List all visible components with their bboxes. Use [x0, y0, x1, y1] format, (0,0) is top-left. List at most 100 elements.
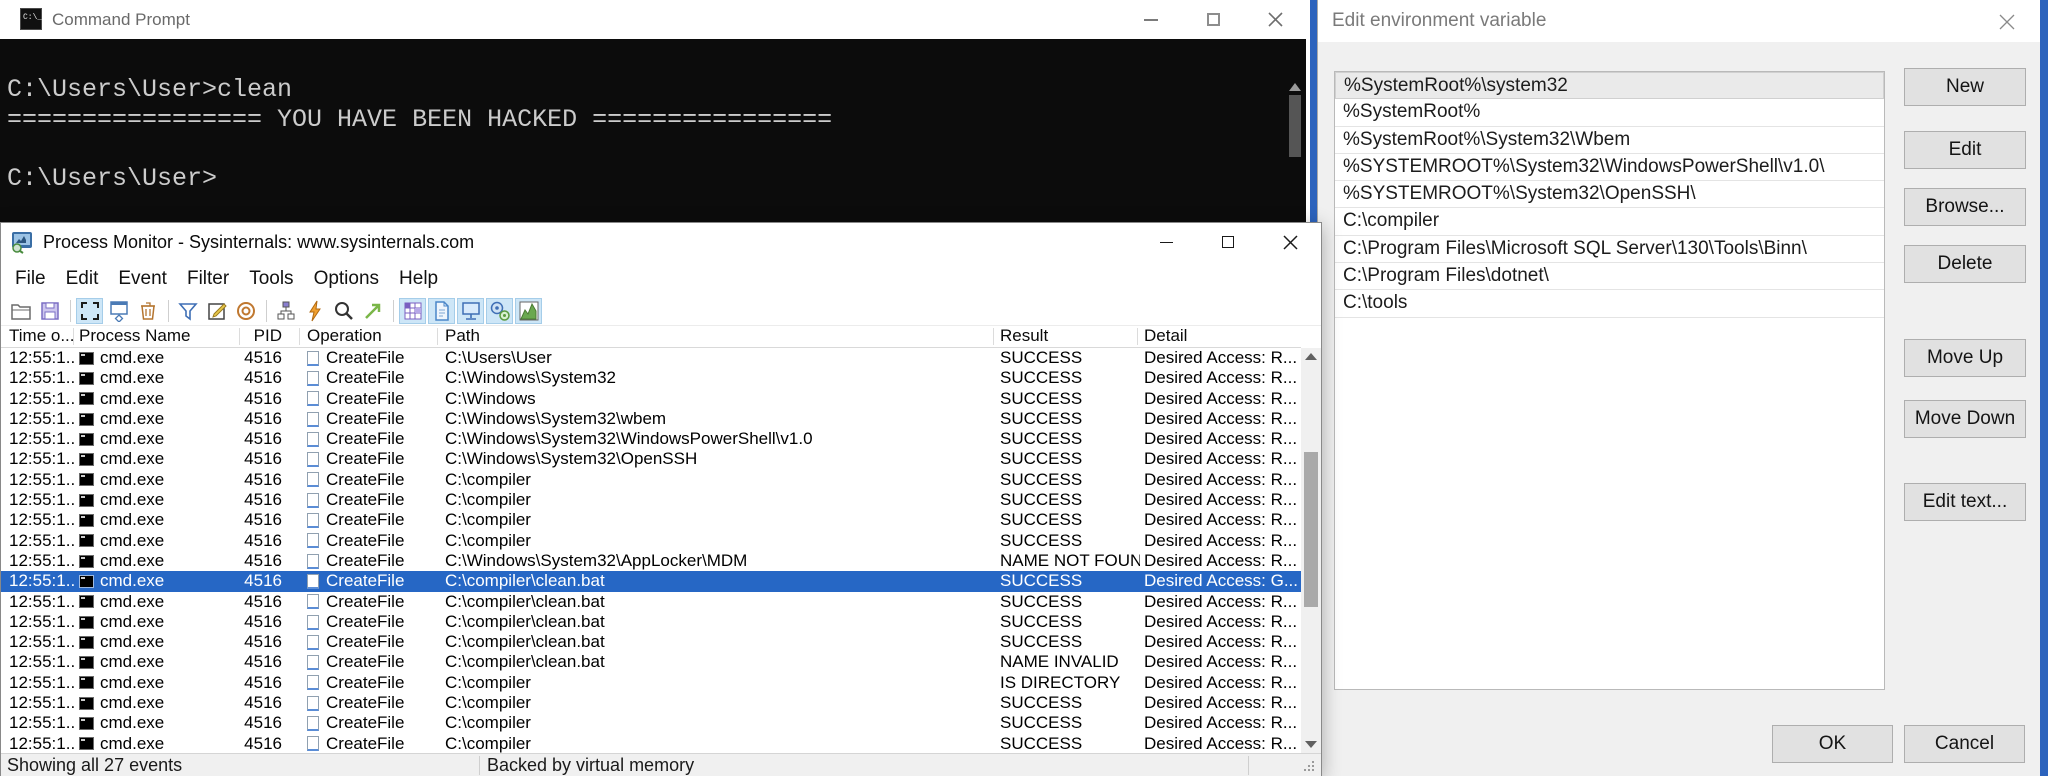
table-row[interactable]: 12:55:1... cmd.exe 4516 CreateFile C:\Window…: [1, 389, 1301, 409]
procmon-close-button[interactable]: [1259, 223, 1321, 261]
move-up-button[interactable]: Move Up: [1904, 339, 2026, 377]
clear-icon[interactable]: [134, 298, 161, 324]
menu-file[interactable]: File: [5, 268, 56, 290]
table-row[interactable]: 12:55:1... cmd.exe 4516 CreateFile C:\Window…: [1, 409, 1301, 429]
table-row[interactable]: 12:55:1... cmd.exe 4516 CreateFile C:\Window…: [1, 368, 1301, 388]
column-header-result[interactable]: Result: [1000, 326, 1140, 346]
env-list-item[interactable]: C:\compiler: [1335, 208, 1884, 236]
cmd-close-button[interactable]: [1244, 0, 1306, 39]
cell-process: cmd.exe: [79, 632, 224, 652]
menu-filter[interactable]: Filter: [177, 268, 239, 290]
cmd-exe-icon: [79, 716, 94, 730]
file-system-activity-icon[interactable]: [428, 298, 455, 324]
column-header-operation[interactable]: Operation: [307, 326, 442, 346]
delete-button[interactable]: Delete: [1904, 245, 2026, 283]
cell-result: SUCCESS: [1000, 429, 1083, 449]
env-list-item[interactable]: %SystemRoot%\System32\Wbem: [1335, 127, 1884, 154]
column-header-time-of-day[interactable]: Time o...: [9, 326, 75, 346]
menu-tools[interactable]: Tools: [239, 268, 303, 290]
table-row[interactable]: 12:55:1... cmd.exe 4516 CreateFile C:\compil…: [1, 673, 1301, 693]
scroll-down-icon[interactable]: [1305, 741, 1317, 748]
env-list-item[interactable]: %SYSTEMROOT%\System32\WindowsPowerShell\…: [1335, 154, 1884, 182]
cmd-minimize-button[interactable]: [1120, 0, 1182, 39]
cmd-maximize-button[interactable]: [1182, 0, 1244, 39]
table-row[interactable]: 12:55:1... cmd.exe 4516 CreateFile C:\compil…: [1, 734, 1301, 754]
table-row[interactable]: 12:55:1... cmd.exe 4516 CreateFile C:\compil…: [1, 713, 1301, 733]
edit-text-button[interactable]: Edit text...: [1904, 483, 2026, 521]
browse-button[interactable]: Browse...: [1904, 188, 2026, 226]
column-header-detail[interactable]: Detail: [1144, 326, 1299, 346]
env-list-item[interactable]: %SYSTEMROOT%\System32\OpenSSH\: [1335, 181, 1884, 209]
table-row[interactable]: 12:55:1... cmd.exe 4516 CreateFile C:\Window…: [1, 449, 1301, 469]
table-row[interactable]: 12:55:1... cmd.exe 4516 CreateFile C:\compil…: [1, 470, 1301, 490]
table-row[interactable]: 12:55:1... cmd.exe 4516 CreateFile C:\compil…: [1, 592, 1301, 612]
capture-icon[interactable]: [76, 298, 103, 324]
column-separator[interactable]: [993, 328, 994, 345]
column-separator[interactable]: [437, 328, 438, 345]
table-row[interactable]: 12:55:1... cmd.exe 4516 CreateFile C:\Window…: [1, 551, 1301, 571]
column-separator[interactable]: [1137, 328, 1138, 345]
jump-to-icon[interactable]: [359, 298, 386, 324]
menu-options[interactable]: Options: [304, 268, 389, 290]
env-list-item[interactable]: C:\tools: [1335, 290, 1884, 318]
procmon-maximize-button[interactable]: [1197, 223, 1259, 261]
column-header-path[interactable]: Path: [445, 326, 993, 346]
env-list-item[interactable]: %SystemRoot%: [1335, 99, 1884, 127]
table-row[interactable]: 12:55:1... cmd.exe 4516 CreateFile C:\compil…: [1, 693, 1301, 713]
menu-event[interactable]: Event: [108, 268, 177, 290]
menu-help[interactable]: Help: [389, 268, 448, 290]
cmd-scrollbar[interactable]: [1286, 81, 1304, 222]
terminal-output[interactable]: C:\Users\User>clean ================= YOU…: [0, 39, 1306, 222]
open-icon[interactable]: [7, 298, 34, 324]
process-tree-icon[interactable]: [272, 298, 299, 324]
env-list-item[interactable]: C:\Program Files\dotnet\: [1335, 263, 1884, 291]
table-row[interactable]: 12:55:1... cmd.exe 4516 CreateFile C:\Window…: [1, 429, 1301, 449]
registry-activity-icon[interactable]: [399, 298, 426, 324]
procmon-titlebar[interactable]: Process Monitor - Sysinternals: www.sysi…: [1, 223, 1321, 261]
edit-button[interactable]: Edit: [1904, 131, 2026, 169]
table-scrollbar[interactable]: [1301, 348, 1321, 753]
column-separator[interactable]: [299, 328, 300, 345]
scroll-up-icon[interactable]: [1289, 83, 1301, 91]
column-separator[interactable]: [73, 328, 74, 345]
cmd-titlebar[interactable]: Command Prompt: [0, 0, 1306, 39]
autoscroll-icon[interactable]: [105, 298, 132, 324]
createfile-icon: [307, 695, 319, 711]
process-thread-activity-icon[interactable]: [486, 298, 513, 324]
column-header-pid[interactable]: PID: [226, 326, 282, 346]
table-row[interactable]: 12:55:1... cmd.exe 4516 CreateFile C:\compil…: [1, 531, 1301, 551]
save-icon[interactable]: [36, 298, 63, 324]
env-list-item[interactable]: C:\Program Files\Microsoft SQL Server\13…: [1335, 236, 1884, 264]
find-icon[interactable]: [330, 298, 357, 324]
procmon-minimize-button[interactable]: [1135, 223, 1197, 261]
menu-edit[interactable]: Edit: [56, 268, 109, 290]
dialog-titlebar[interactable]: Edit environment variable: [1318, 0, 2040, 42]
cancel-button[interactable]: Cancel: [1904, 725, 2025, 763]
filter-icon[interactable]: [174, 298, 201, 324]
table-row[interactable]: 12:55:1... cmd.exe 4516 CreateFile C:\compil…: [1, 652, 1301, 672]
profiling-events-icon[interactable]: [515, 298, 542, 324]
scroll-up-icon[interactable]: [1305, 353, 1317, 360]
resize-grip-icon[interactable]: [1303, 760, 1316, 776]
column-separator[interactable]: [239, 328, 240, 345]
table-row[interactable]: 12:55:1... cmd.exe 4516 CreateFile C:\compil…: [1, 510, 1301, 530]
lightning-icon[interactable]: [301, 298, 328, 324]
scrollbar-thumb[interactable]: [1304, 452, 1318, 607]
table-row[interactable]: 12:55:1... cmd.exe 4516 CreateFile C:\compil…: [1, 612, 1301, 632]
table-row[interactable]: 12:55:1... cmd.exe 4516 CreateFile C:\compil…: [1, 490, 1301, 510]
dialog-close-button[interactable]: [1994, 9, 2020, 35]
cmd-scrollbar-thumb[interactable]: [1289, 95, 1301, 157]
highlight-icon[interactable]: [203, 298, 230, 324]
new-button[interactable]: New: [1904, 68, 2026, 106]
env-variable-list[interactable]: %SystemRoot%\system32 %SystemRoot% %System…: [1334, 71, 1885, 690]
ok-button[interactable]: OK: [1772, 725, 1893, 763]
include-process-icon[interactable]: [232, 298, 259, 324]
cell-result: SUCCESS: [1000, 591, 1083, 611]
column-header-process-name[interactable]: Process Name: [79, 326, 224, 346]
move-down-button[interactable]: Move Down: [1904, 400, 2026, 438]
table-row[interactable]: 12:55:1... cmd.exe 4516 CreateFile C:\compil…: [1, 571, 1301, 592]
network-activity-icon[interactable]: [457, 298, 484, 324]
table-row[interactable]: 12:55:1... cmd.exe 4516 CreateFile C:\Users\…: [1, 348, 1301, 368]
table-row[interactable]: 12:55:1... cmd.exe 4516 CreateFile C:\compil…: [1, 632, 1301, 652]
env-list-item[interactable]: %SystemRoot%\system32: [1335, 72, 1884, 100]
